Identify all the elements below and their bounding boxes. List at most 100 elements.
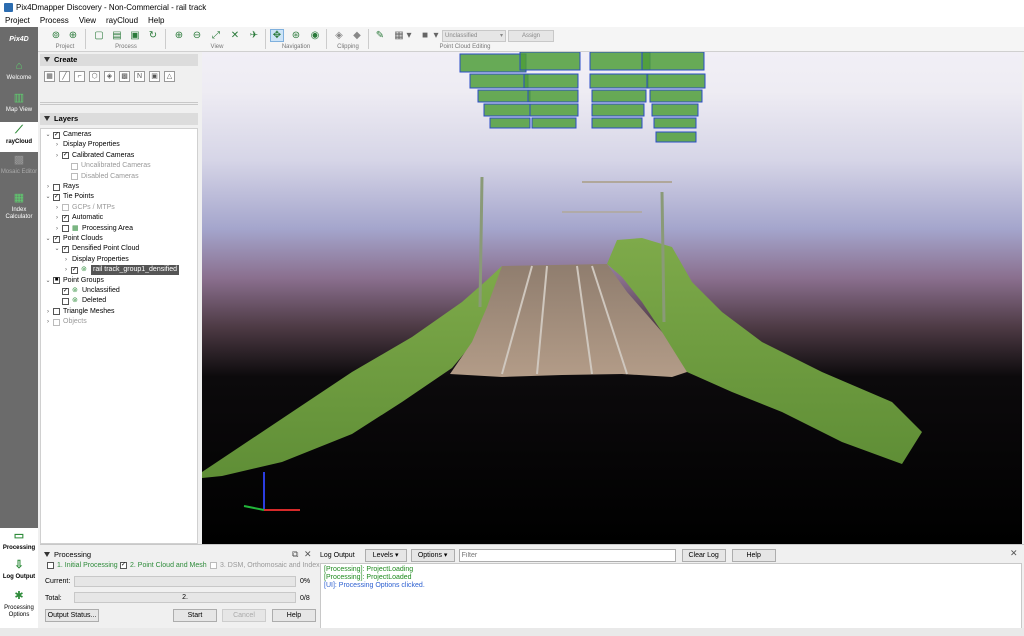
new-doc-icon[interactable]: ▢ [92, 29, 106, 42]
chevron-right-icon[interactable]: › [54, 203, 60, 213]
process-doc-icon[interactable]: ▣ [128, 29, 142, 42]
undock-icon[interactable]: ⧉ [292, 549, 298, 560]
nav-welcome[interactable]: ⌂ Welcome [0, 60, 38, 88]
layer-row[interactable]: › ▦ Processing Area [41, 224, 133, 234]
close-icon[interactable]: ✕ [304, 549, 312, 560]
layer-checkbox[interactable]: ✓ [53, 235, 60, 243]
raycloud-3d-view[interactable] [202, 52, 1022, 544]
zoom-in-icon[interactable]: ⊕ [172, 29, 186, 42]
folder-icon[interactable]: ▤ [110, 29, 124, 42]
start-button[interactable]: Start [173, 609, 217, 622]
chevron-down-icon[interactable]: ⌄ [45, 130, 51, 140]
nav-index-calculator[interactable]: ▦ Index Calculator [0, 192, 38, 226]
layer-checkbox[interactable]: ✓ [53, 131, 60, 139]
reprocess-icon[interactable]: ↻ [146, 29, 160, 42]
orbit-navigation-icon[interactable]: ⊛ [289, 29, 303, 42]
menu-raycloud[interactable]: rayCloud [101, 16, 143, 25]
layer-row[interactable]: ⌄ ■ Point Groups [41, 276, 104, 286]
layer-row[interactable]: › ✓ Calibrated Cameras [41, 151, 134, 161]
layer-row[interactable]: Uncalibrated Cameras [41, 161, 151, 171]
surface-tool-icon[interactable]: ⬡ [89, 71, 100, 82]
options-dropdown[interactable]: Options ▾ [410, 548, 455, 562]
plane-view-icon[interactable]: ✈ [247, 29, 261, 42]
layer-checkbox[interactable] [53, 183, 60, 191]
open-project-icon[interactable]: ⊚ [49, 29, 63, 42]
chevron-down-icon[interactable]: ⌄ [45, 234, 51, 244]
log-view[interactable]: [Processing]: ProjectLoading [Processing… [320, 563, 1022, 629]
layer-checkbox[interactable]: ✓ [62, 214, 69, 222]
layer-checkbox[interactable] [53, 318, 60, 326]
nav-raycloud[interactable]: ⟋ rayCloud [0, 122, 38, 152]
layer-checkbox[interactable] [53, 308, 60, 316]
create-header[interactable]: Create [40, 54, 198, 66]
processing-help-button[interactable]: Help [272, 609, 316, 622]
layer-row[interactable]: ⊚ Deleted [41, 296, 106, 306]
select-box-icon[interactable]: ▦ [392, 29, 406, 42]
zoom-out-icon[interactable]: ⊖ [190, 29, 204, 42]
chevron-down-icon[interactable]: ⌄ [45, 192, 51, 202]
move-navigation-icon[interactable]: ✥ [270, 29, 284, 42]
layer-checkbox[interactable]: ✓ [62, 287, 69, 295]
chevron-right-icon[interactable]: › [54, 213, 60, 223]
chevron-right-icon[interactable]: › [45, 307, 51, 317]
chevron-right-icon[interactable]: › [54, 140, 60, 150]
assign-button[interactable]: Assign [508, 30, 554, 42]
output-status-button[interactable]: Output Status... [45, 609, 99, 622]
polyline-tool-icon[interactable]: ⌐ [74, 71, 85, 82]
chevron-right-icon[interactable]: › [63, 265, 69, 275]
line-tool-icon[interactable]: ╱ [59, 71, 70, 82]
layer-checkbox[interactable] [62, 225, 69, 233]
layer-row[interactable]: › Display Properties [41, 255, 129, 265]
chevron-down-icon[interactable]: ▾ [432, 29, 440, 42]
layer-row[interactable]: Disabled Cameras [41, 172, 139, 182]
nav-map-view[interactable]: ▥ Map View [0, 92, 38, 120]
volume-tool-icon[interactable]: ◈ [104, 71, 115, 82]
nav-processing-options[interactable]: ✱ Processing Options [0, 588, 38, 626]
fit-view-icon[interactable]: ⤢ [209, 29, 223, 42]
layer-row[interactable]: › Display Properties [41, 140, 120, 150]
mesh-tool-icon[interactable]: ▩ [119, 71, 130, 82]
edit-pencil-icon[interactable]: ✎ [373, 29, 387, 42]
triangle-tool-icon[interactable]: △ [164, 71, 175, 82]
measure-tool-icon[interactable]: N [134, 71, 145, 82]
layer-row[interactable]: ⌄ ✓ Tie Points [41, 192, 94, 202]
color-swatch-icon[interactable]: ■ [418, 29, 432, 42]
step1-checkbox[interactable] [47, 562, 54, 569]
step1-row[interactable]: 1. Initial Processing [45, 562, 118, 569]
log-help-button[interactable]: Help [731, 548, 776, 562]
chevron-down-icon[interactable]: ▾ [405, 29, 413, 42]
layer-row[interactable]: › ✓ ⊚ rail track_group1_densified [41, 265, 180, 276]
layer-checkbox[interactable] [62, 204, 69, 212]
clip-cube-icon[interactable]: ◆ [350, 29, 364, 42]
layers-header[interactable]: Layers [40, 113, 198, 125]
layer-checkbox[interactable] [71, 162, 78, 170]
menu-project[interactable]: Project [0, 16, 35, 25]
layer-checkbox[interactable]: ✓ [71, 266, 78, 274]
chevron-right-icon[interactable]: › [63, 255, 69, 265]
filter-input[interactable] [458, 548, 676, 562]
eye-icon[interactable]: ◉ [308, 29, 322, 42]
class-select[interactable]: Unclassified ▾ [442, 30, 506, 42]
chevron-right-icon[interactable]: › [45, 182, 51, 192]
chevron-right-icon[interactable]: › [54, 151, 60, 161]
nav-processing[interactable]: ▭ Processing [0, 528, 38, 554]
layer-row[interactable]: ⌄ ✓ Cameras [41, 130, 91, 140]
clip-box-icon[interactable]: ◈ [332, 29, 346, 42]
step3-row[interactable]: 3. DSM, Orthomosaic and Index [208, 562, 320, 569]
layer-checkbox[interactable]: ✓ [62, 152, 69, 160]
processing-header[interactable]: Processing [40, 549, 310, 561]
layer-checkbox[interactable]: ✓ [53, 193, 60, 201]
layer-checkbox[interactable] [71, 173, 78, 181]
menu-view[interactable]: View [74, 16, 101, 25]
menu-process[interactable]: Process [35, 16, 74, 25]
chevron-right-icon[interactable]: › [54, 224, 60, 234]
layer-row[interactable]: › Triangle Meshes [41, 307, 115, 317]
layer-row[interactable]: › Objects [41, 317, 87, 327]
chevron-down-icon[interactable]: ⌄ [54, 244, 60, 254]
layer-row[interactable]: › ✓ Automatic [41, 213, 103, 223]
layer-checkbox[interactable] [62, 297, 69, 305]
step3-checkbox[interactable] [210, 562, 217, 569]
layer-row[interactable]: ✓ ⊚ Unclassified [41, 286, 120, 296]
levels-dropdown[interactable]: Levels ▾ [364, 548, 407, 562]
layer-row[interactable]: › GCPs / MTPs [41, 203, 115, 213]
